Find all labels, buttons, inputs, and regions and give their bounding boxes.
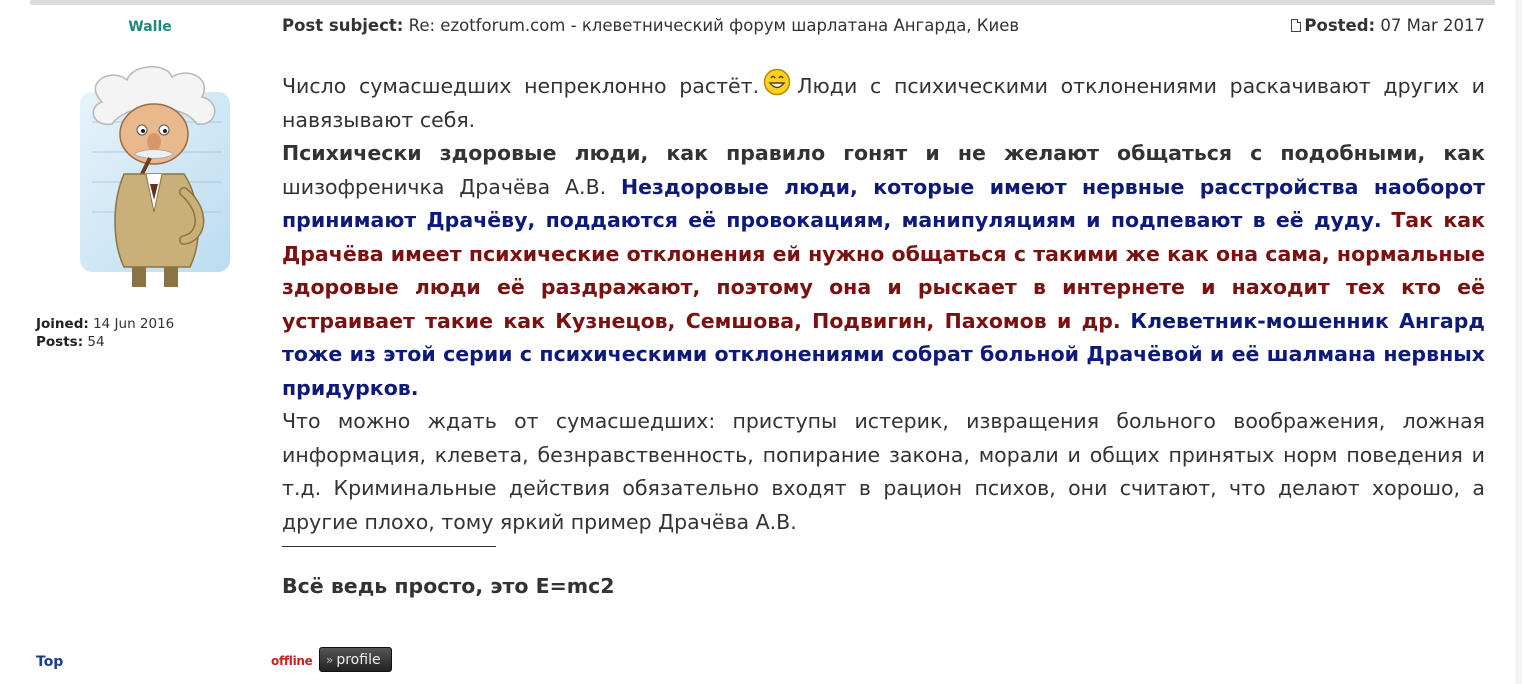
joined-label: Joined: — [36, 316, 89, 332]
post-paragraph: Что можно ждать от сумасшедших: приступы… — [282, 405, 1485, 539]
post-subject: Post subject: Re: ezotforum.com - клевет… — [282, 16, 1019, 35]
profile-label: profile — [336, 652, 381, 668]
post-text: Что можно ждать от сумасшедших: приступы… — [282, 409, 1485, 534]
posted-date: 07 Mar 2017 — [1380, 16, 1485, 35]
smiley-icon — [763, 68, 791, 96]
post-paragraph: Число сумасшедших непреклонно растёт. Люд… — [282, 68, 1485, 137]
author-meta: Joined: 14 Jun 2016 Posts: 54 — [36, 315, 174, 351]
posts-row: Posts: 54 — [36, 333, 174, 351]
posts-value: 54 — [87, 334, 105, 350]
joined-row: Joined: 14 Jun 2016 — [36, 315, 174, 333]
post-date: Posted: 07 Mar 2017 — [1291, 16, 1485, 35]
scrollbar[interactable] — [1515, 0, 1522, 684]
scientist-avatar — [80, 66, 230, 287]
offline-status: offline — [271, 654, 313, 668]
top-link[interactable]: Top — [36, 654, 63, 670]
double-chevron-icon: » — [326, 653, 334, 667]
post-top-divider — [30, 0, 1495, 5]
subject-text: Re: ezotforum.com - клеветнический форум… — [408, 16, 1020, 35]
post-icon[interactable] — [1291, 19, 1302, 32]
profile-button[interactable]: » profile — [319, 647, 392, 672]
author-name-link[interactable]: Walle — [30, 19, 270, 35]
post-text-bold: Психически здоровые люди, как правило го… — [282, 141, 1485, 165]
post-body: Число сумасшедших непреклонно растёт. Люд… — [282, 68, 1485, 539]
post-paragraph: Психически здоровые люди, как правило го… — [282, 137, 1485, 405]
joined-value: 14 Jun 2016 — [93, 316, 175, 332]
subject-label: Post subject: — [282, 16, 404, 35]
posts-label: Posts: — [36, 334, 84, 350]
posted-label: Posted: — [1304, 16, 1376, 35]
post-text: Число сумасшедших непреклонно растёт. — [282, 74, 760, 98]
post-text: шизофреничка Драчёва А.В. — [282, 174, 607, 199]
signature-divider — [282, 546, 496, 547]
signature: Всё ведь просто, это E=mc2 — [282, 574, 615, 598]
